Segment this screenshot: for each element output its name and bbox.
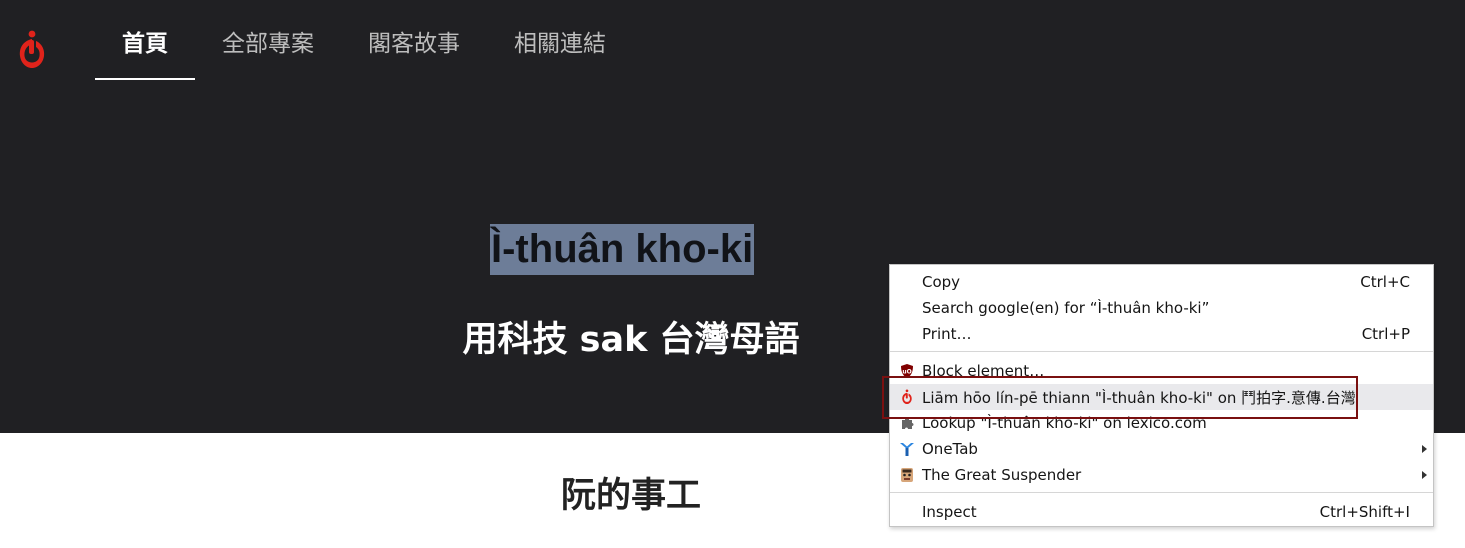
menu-item-block-element[interactable]: uO Block element…: [890, 358, 1433, 384]
ithuan-logo-icon[interactable]: [14, 30, 50, 70]
menu-item-search-google[interactable]: Search google(en) for “Ì-thuân kho-ki”: [890, 295, 1433, 321]
menu-label: The Great Suspender: [922, 466, 1082, 484]
menu-label: Block element…: [922, 362, 1045, 380]
menu-label: Search google(en) for “Ì-thuân kho-ki”: [922, 299, 1210, 317]
menu-separator: [890, 351, 1433, 352]
menu-label: Liām hōo lín-pē thiann "Ì-thuân kho-ki" …: [922, 388, 1356, 407]
menu-shortcut: Ctrl+C: [1360, 273, 1410, 291]
puzzle-piece-icon: [899, 415, 915, 431]
nav-item-stories[interactable]: 閣客故事: [341, 0, 487, 82]
ithuan-logo-icon: [899, 389, 915, 405]
great-suspender-icon: [899, 467, 915, 483]
menu-item-inspect[interactable]: Inspect Ctrl+Shift+I: [890, 499, 1433, 525]
menu-label: Copy: [922, 273, 961, 291]
context-menu: Copy Ctrl+C Search google(en) for “Ì-thu…: [889, 264, 1434, 527]
ublock-shield-icon: uO: [899, 363, 915, 379]
menu-label: OneTab: [922, 440, 978, 458]
menu-label: Inspect: [922, 503, 977, 521]
submenu-arrow-icon: [1422, 445, 1427, 453]
menu-shortcut: Ctrl+P: [1361, 325, 1410, 343]
menu-item-lookup-lexico[interactable]: Lookup "Ì-thuân kho-ki" on lexico.com: [890, 410, 1433, 436]
menu-item-liam-hoo[interactable]: Liām hōo lín-pē thiann "Ì-thuân kho-ki" …: [890, 384, 1433, 410]
submenu-arrow-icon: [1422, 471, 1427, 479]
hero-title: Ì-thuân kho-ki: [490, 224, 755, 275]
nav-item-home[interactable]: 首頁: [95, 0, 195, 82]
onetab-icon: [899, 441, 915, 457]
menu-item-great-suspender[interactable]: The Great Suspender: [890, 462, 1433, 488]
main-nav: 首頁 全部專案 閣客故事 相關連結: [95, 0, 633, 82]
menu-item-onetab[interactable]: OneTab: [890, 436, 1433, 462]
menu-label: Print…: [922, 325, 972, 343]
menu-item-copy[interactable]: Copy Ctrl+C: [890, 269, 1433, 295]
svg-text:uO: uO: [902, 369, 911, 376]
menu-item-print[interactable]: Print… Ctrl+P: [890, 321, 1433, 347]
nav-item-all-projects[interactable]: 全部專案: [195, 0, 341, 82]
menu-label: Lookup "Ì-thuân kho-ki" on lexico.com: [922, 414, 1207, 432]
nav-item-links[interactable]: 相關連結: [487, 0, 633, 82]
menu-separator: [890, 492, 1433, 493]
menu-shortcut: Ctrl+Shift+I: [1319, 503, 1410, 521]
